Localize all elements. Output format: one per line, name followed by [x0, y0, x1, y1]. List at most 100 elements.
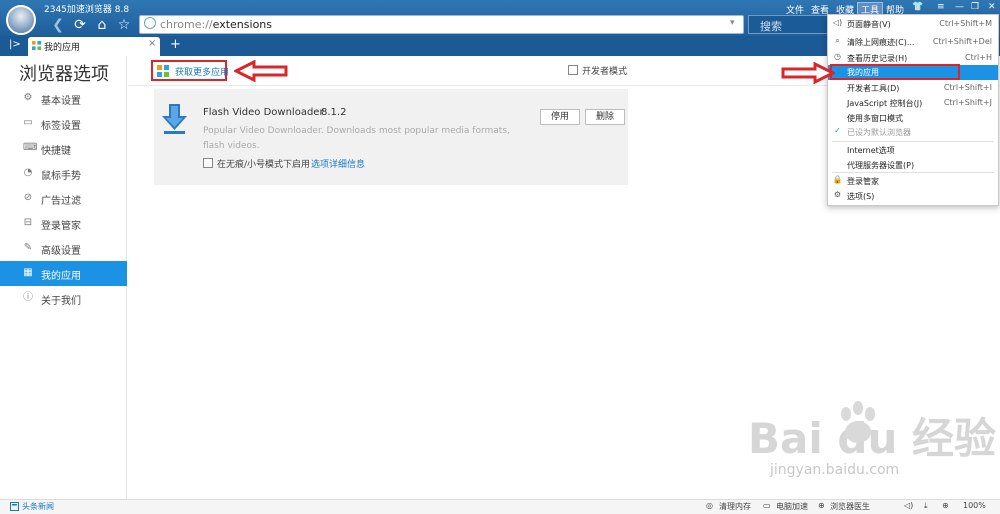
menu-item-shortcut: Ctrl+H — [965, 53, 992, 62]
sidebar-item-label: 基本设置 — [41, 96, 81, 107]
menu-item-default-browser: ✓ 已设为默认浏览器 — [828, 125, 998, 140]
lock-icon: 🔒 — [832, 175, 843, 184]
close-icon[interactable]: × — [148, 38, 156, 49]
download-icon[interactable]: ⤓ — [924, 501, 928, 511]
url-host: extensions — [212, 18, 272, 31]
sidebar-item-label: 广告过滤 — [41, 196, 81, 207]
close-window-icon[interactable]: ✕ — [988, 2, 996, 12]
gear-icon: ⚙ — [23, 92, 33, 103]
active-indicator — [121, 267, 127, 279]
clock-icon: ◷ — [834, 52, 841, 61]
browser-doctor-button[interactable]: 浏览器医生 — [830, 501, 870, 512]
gear-icon: ⚙ — [833, 190, 842, 199]
get-more-apps-link[interactable]: 获取更多应用 — [175, 65, 229, 78]
page-title: 浏览器选项 — [19, 64, 109, 85]
menu-item-label: 选项(S) — [847, 192, 875, 201]
menu-item-devtools[interactable]: 开发者工具(D) Ctrl+Shift+I — [828, 81, 998, 96]
menu-item-shortcut: Ctrl+Shift+M — [939, 19, 992, 28]
broom-icon: ⌕ — [835, 36, 840, 45]
details-link[interactable]: 详细信息 — [329, 157, 365, 170]
annotation-arrow-right-icon — [781, 62, 835, 84]
url-text[interactable]: chrome://extensions — [160, 18, 272, 31]
incognito-checkbox[interactable] — [203, 158, 213, 168]
menu-item-proxy[interactable]: 代理服务器设置(P) — [828, 158, 998, 173]
menu-item-js-console[interactable]: JavaScript 控制台(J) Ctrl+Shift+J — [828, 96, 998, 111]
search-placeholder: 搜索 — [760, 20, 782, 33]
menu-separator — [832, 172, 994, 173]
home-icon[interactable]: ⌂ — [92, 16, 112, 34]
speaker-icon: ◁) — [832, 18, 843, 27]
filter-icon: ⊘ — [23, 192, 33, 203]
developer-mode-checkbox[interactable] — [568, 65, 578, 75]
news-link[interactable]: 头条新闻 — [22, 501, 54, 512]
doctor-icon: ⊕ — [818, 501, 825, 510]
sidebar-item-gestures[interactable]: ◔ 鼠标手势 — [0, 161, 127, 186]
minimize-icon[interactable]: — — [955, 2, 964, 12]
keyboard-icon: ⌨ — [23, 142, 38, 153]
speedup-button[interactable]: 电脑加速 — [776, 501, 808, 512]
sidebar-toggle-icon[interactable]: |> — [9, 39, 21, 50]
menu-icon[interactable]: ≡ — [937, 2, 945, 12]
info-icon: ⓘ — [23, 292, 33, 303]
sidebar-item-login[interactable]: ⊟ 登录管家 — [0, 211, 127, 236]
mouse-icon: ◔ — [23, 167, 33, 178]
star-icon[interactable]: ☆ — [114, 16, 134, 34]
sidebar-item-adblock[interactable]: ⊘ 广告过滤 — [0, 186, 127, 211]
wrench-icon: ✎ — [23, 242, 33, 253]
back-arrow-icon[interactable]: ❮ — [48, 16, 68, 34]
tab-label: 我的应用 — [44, 43, 81, 53]
app-title: 2345加速浏览器 8.8 — [44, 5, 130, 15]
apps-grid-icon — [157, 65, 169, 77]
zoom-level[interactable]: 100% — [963, 501, 986, 510]
sidebar-item-label: 标签设置 — [41, 121, 81, 132]
apps-icon — [32, 41, 41, 50]
volume-icon[interactable]: ◁) — [904, 501, 913, 510]
sidebar-item-shortcuts[interactable]: ⌨ 快捷键 — [0, 136, 127, 161]
remove-button[interactable]: 删除 — [585, 109, 625, 125]
menu-item-label: 查看历史记录(H) — [847, 54, 908, 63]
developer-mode-label: 开发者模式 — [582, 67, 628, 77]
disable-button[interactable]: 停用 — [540, 109, 580, 125]
menu-item-mute[interactable]: ◁) 页面静音(V) Ctrl+Shift+M — [828, 17, 998, 32]
url-scheme: chrome:// — [160, 18, 213, 31]
incognito-label: 在无痕/小号模式下启用 — [217, 160, 311, 170]
menu-item-internet-options[interactable]: Internet选项 — [828, 143, 998, 158]
menu-item-shortcut: Ctrl+Shift+I — [943, 83, 992, 92]
sidebar-item-label: 我的应用 — [41, 271, 81, 282]
menu-item-options[interactable]: ⚙ 选项(S) — [828, 189, 998, 204]
sidebar-item-about[interactable]: ⓘ 关于我们 — [0, 286, 127, 311]
sidebar-item-basic[interactable]: ⚙ 基本设置 — [0, 86, 127, 111]
menu-item-label: 已设为默认浏览器 — [847, 128, 911, 137]
menu-item-label: 页面静音(V) — [847, 20, 891, 29]
clean-memory-icon: ◎ — [706, 501, 713, 510]
extension-description: Popular Video Downloader. Downloads most… — [203, 126, 510, 151]
reload-icon[interactable]: ⟳ — [70, 16, 90, 34]
menu-item-login-manager[interactable]: 🔒 登录管家 — [828, 174, 998, 189]
user-avatar[interactable] — [6, 5, 36, 35]
new-tab-button[interactable]: + — [170, 37, 181, 52]
sidebar-item-label: 高级设置 — [41, 246, 81, 257]
zoom-icon[interactable]: ⊕ — [942, 501, 949, 510]
menu-item-label: 清除上网痕迹(C)... — [847, 38, 915, 47]
restore-icon[interactable]: ❐ — [971, 2, 979, 12]
menu-separator — [832, 141, 994, 142]
menu-item-multiwindow[interactable]: 使用多窗口模式 — [828, 111, 998, 126]
sidebar-item-label: 登录管家 — [41, 221, 81, 232]
menu-item-label: JavaScript 控制台(J) — [847, 99, 923, 108]
sidebar-item-tabs[interactable]: ▭ 标签设置 — [0, 111, 127, 136]
download-arrow-icon — [162, 104, 187, 134]
menu-file[interactable]: 文件 — [786, 3, 804, 16]
menu-item-shortcut: Ctrl+Shift+Del — [932, 37, 992, 46]
sidebar-item-my-apps[interactable]: ▦ 我的应用 — [0, 261, 127, 286]
options-link[interactable]: 选项 — [311, 157, 329, 170]
skin-icon[interactable]: 👕 — [912, 2, 923, 12]
globe-icon — [144, 17, 156, 29]
menu-item-clear-history[interactable]: ⌕ 清除上网痕迹(C)... Ctrl+Shift+Del — [828, 35, 998, 50]
sidebar-item-advanced[interactable]: ✎ 高级设置 — [0, 236, 127, 261]
chevron-down-icon[interactable]: ▾ — [730, 18, 735, 28]
paw-logo-icon — [841, 401, 875, 443]
menu-item-label: 使用多窗口模式 — [847, 114, 903, 123]
menu-item-label: 登录管家 — [847, 177, 879, 186]
sidebar-item-label: 鼠标手势 — [41, 171, 81, 182]
clean-memory-button[interactable]: 清理内存 — [719, 501, 751, 512]
